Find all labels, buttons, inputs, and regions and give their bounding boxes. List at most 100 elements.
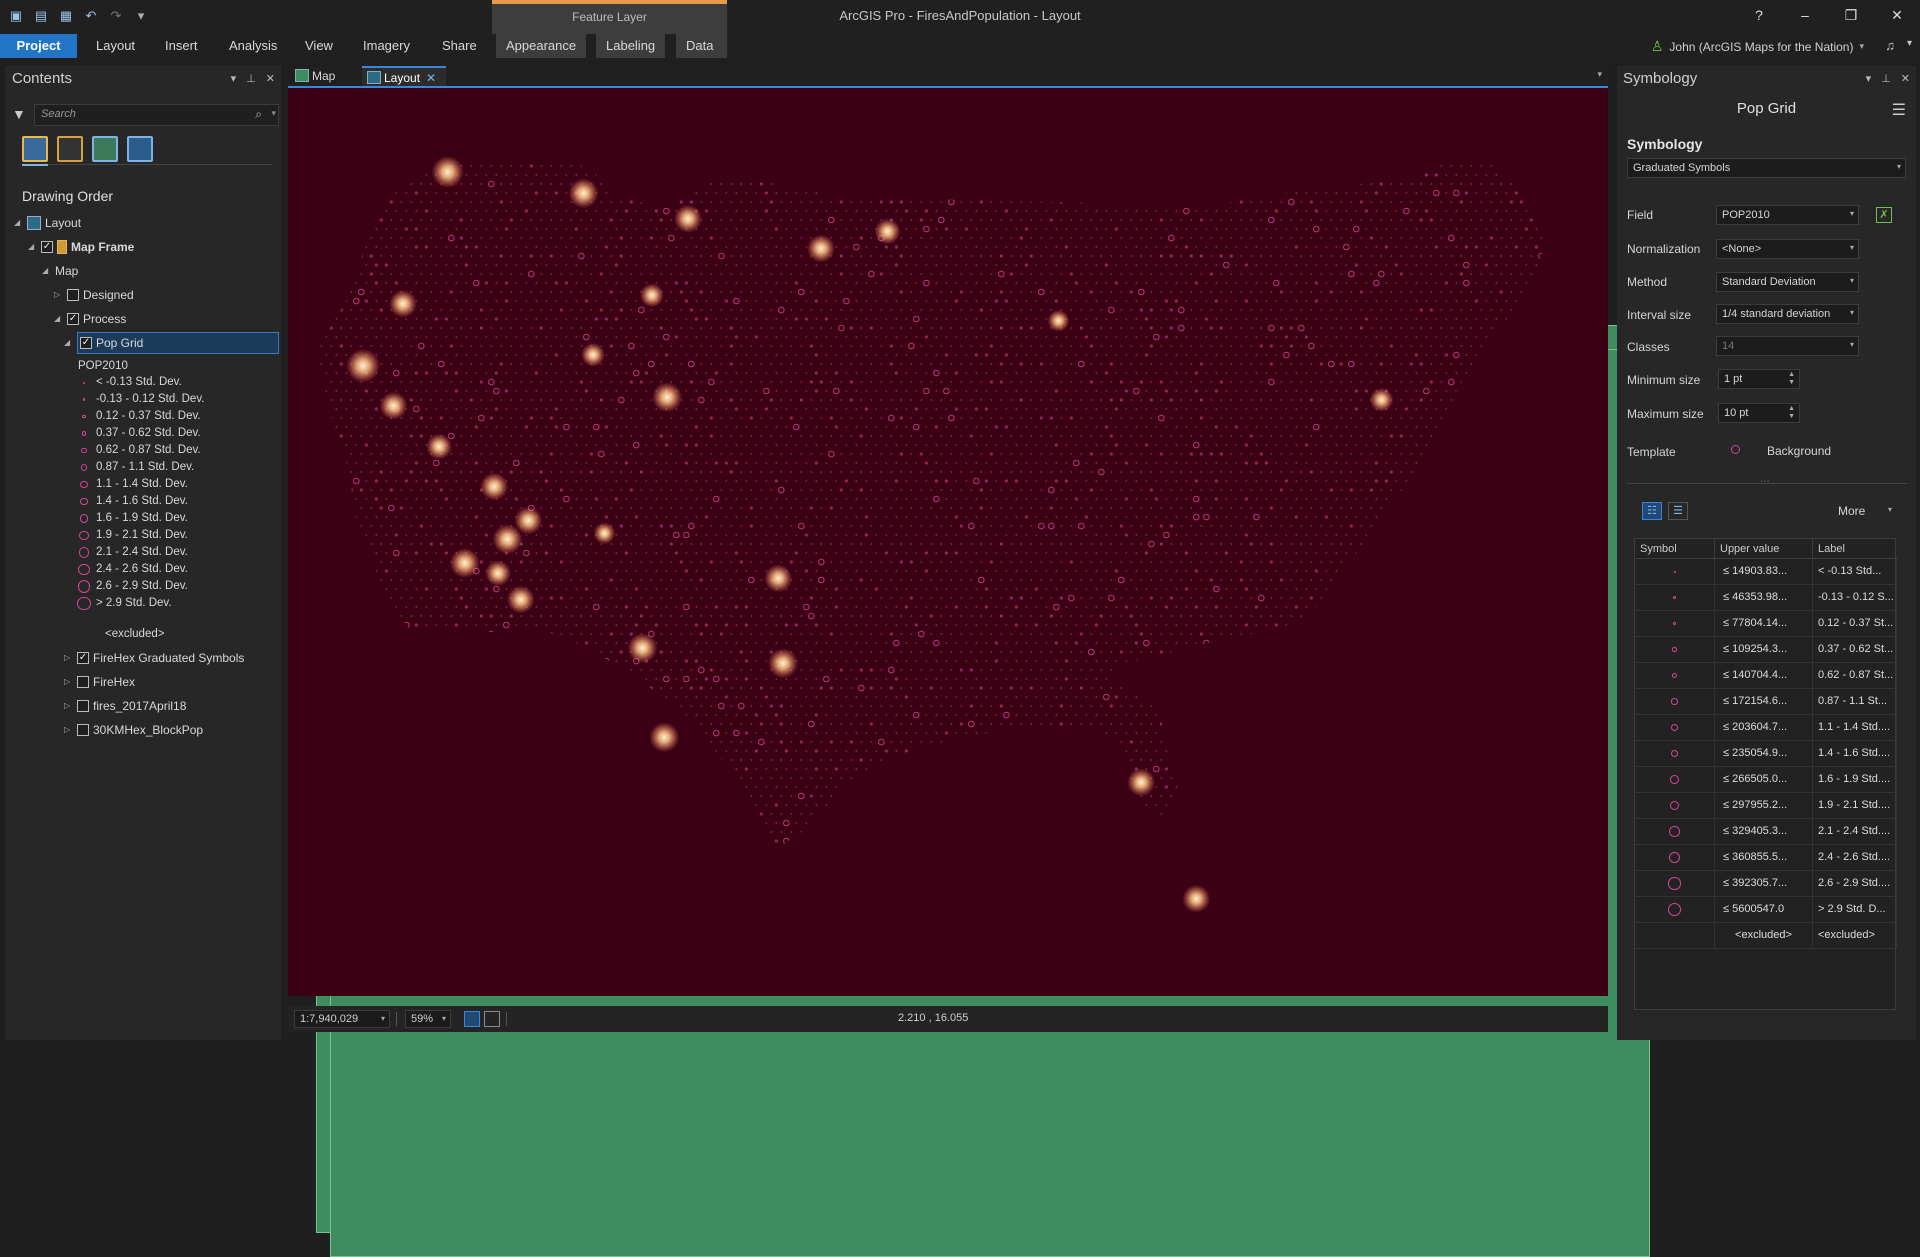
- more-button[interactable]: More▾: [1826, 501, 1898, 523]
- label-cell[interactable]: < -0.13 Std...: [1813, 559, 1897, 584]
- class-symbol-cell[interactable]: [1635, 819, 1715, 844]
- tree-item-firehex[interactable]: ▷FireHex: [64, 672, 135, 692]
- class-symbol-cell[interactable]: [1635, 559, 1715, 584]
- expand-arrow-icon[interactable]: ◢: [28, 237, 37, 257]
- expand-arrow-icon[interactable]: ◢: [14, 213, 23, 233]
- zoom-selector[interactable]: 59%▾: [405, 1010, 451, 1028]
- expand-arrow-icon[interactable]: ◢: [64, 333, 73, 353]
- class-table-row[interactable]: ≤ 46353.98...-0.13 - 0.12 S...: [1635, 585, 1897, 611]
- label-cell[interactable]: 0.12 - 0.37 St...: [1813, 611, 1897, 636]
- class-symbol-cell[interactable]: [1635, 611, 1715, 636]
- label-cell[interactable]: 0.87 - 1.1 St...: [1813, 689, 1897, 714]
- minimize-button[interactable]: –: [1782, 0, 1828, 30]
- tree-item-fires[interactable]: ▷fires_2017April18: [64, 696, 186, 716]
- label-cell[interactable]: 2.1 - 2.4 Std....: [1813, 819, 1897, 844]
- list-by-editing-icon[interactable]: [127, 136, 153, 162]
- interval-size-dropdown[interactable]: 1/4 standard deviation▾: [1716, 304, 1859, 324]
- classes-list-icon[interactable]: ☷: [1642, 502, 1662, 520]
- class-table-row[interactable]: ≤ 172154.6...0.87 - 1.1 St...: [1635, 689, 1897, 715]
- class-symbol-cell[interactable]: [1635, 845, 1715, 870]
- pane-close-icon[interactable]: ✕: [266, 72, 275, 85]
- normalization-dropdown[interactable]: <None>▾: [1716, 239, 1859, 259]
- list-by-selection-icon[interactable]: [92, 136, 118, 162]
- upper-value-cell[interactable]: ≤ 360855.5...: [1715, 845, 1813, 870]
- pane-close-icon[interactable]: ✕: [1901, 72, 1910, 85]
- save-project-icon[interactable]: ▦: [58, 8, 74, 23]
- visibility-checkbox[interactable]: [77, 724, 89, 736]
- upper-value-cell[interactable]: ≤ 14903.83...: [1715, 559, 1813, 584]
- auto-hide-icon[interactable]: ⊥: [1881, 72, 1891, 85]
- tab-view[interactable]: View: [295, 34, 343, 58]
- label-cell[interactable]: 1.6 - 1.9 Std....: [1813, 767, 1897, 792]
- tab-appearance[interactable]: Appearance: [496, 34, 586, 58]
- label-cell[interactable]: 1.4 - 1.6 Std....: [1813, 741, 1897, 766]
- label-cell[interactable]: 2.4 - 2.6 Std....: [1813, 845, 1897, 870]
- upper-value-cell[interactable]: ≤ 392305.7...: [1715, 871, 1813, 896]
- redo-icon[interactable]: ↷: [108, 8, 124, 23]
- tree-item-pop-grid[interactable]: ◢✓Pop Grid: [64, 333, 279, 353]
- class-symbol-cell[interactable]: [1635, 715, 1715, 740]
- legend-class-item[interactable]: 2.4 - 2.6 Std. Dev.: [76, 561, 188, 578]
- tab-list-dropdown-icon[interactable]: ▾: [1597, 69, 1602, 80]
- upper-value-cell[interactable]: ≤ 172154.6...: [1715, 689, 1813, 714]
- expand-arrow-icon[interactable]: ▷: [64, 720, 73, 740]
- method-dropdown[interactable]: Standard Deviation▾: [1716, 272, 1859, 292]
- user-account[interactable]: ♙John (ArcGIS Maps for the Nation)▾: [1651, 38, 1864, 55]
- upper-value-cell[interactable]: ≤ 109254.3...: [1715, 637, 1813, 662]
- symbology-type-dropdown[interactable]: Graduated Symbols▾: [1627, 158, 1906, 178]
- label-cell[interactable]: -0.13 - 0.12 S...: [1813, 585, 1897, 610]
- expand-arrow-icon[interactable]: ◢: [42, 261, 51, 281]
- new-project-icon[interactable]: ▣: [8, 8, 24, 23]
- template-symbol-icon[interactable]: [1731, 445, 1740, 454]
- class-table-row[interactable]: ≤ 5600547.0> 2.9 Std. D...: [1635, 897, 1897, 923]
- legend-class-item[interactable]: 0.62 - 0.87 Std. Dev.: [76, 442, 201, 459]
- visibility-checkbox[interactable]: [77, 700, 89, 712]
- auto-hide-icon[interactable]: ⊥: [246, 72, 256, 85]
- ribbon-collapse-icon[interactable]: ▾: [1907, 38, 1912, 53]
- upper-value-cell[interactable]: ≤ 77804.14...: [1715, 611, 1813, 636]
- tab-layout-view[interactable]: Layout✕: [362, 66, 446, 86]
- tree-item-map[interactable]: ◢Map: [42, 261, 78, 281]
- expand-arrow-icon[interactable]: ▷: [64, 648, 73, 668]
- upper-value-cell[interactable]: ≤ 266505.0...: [1715, 767, 1813, 792]
- list-by-drawing-order-icon[interactable]: [22, 136, 48, 162]
- restore-button[interactable]: ❐: [1828, 0, 1874, 30]
- class-table-row[interactable]: ≤ 266505.0...1.6 - 1.9 Std....: [1635, 767, 1897, 793]
- tab-layout[interactable]: Layout: [86, 34, 145, 58]
- label-cell[interactable]: 1.9 - 2.1 Std....: [1813, 793, 1897, 818]
- label-cell[interactable]: 2.6 - 2.9 Std....: [1813, 871, 1897, 896]
- pane-options-icon[interactable]: ▾: [1866, 72, 1872, 85]
- label-cell[interactable]: 1.1 - 1.4 Std....: [1813, 715, 1897, 740]
- legend-class-item[interactable]: > 2.9 Std. Dev.: [76, 595, 172, 612]
- tab-analysis[interactable]: Analysis: [219, 34, 287, 58]
- class-symbol-cell[interactable]: [1635, 741, 1715, 766]
- class-table-row[interactable]: ≤ 77804.14...0.12 - 0.37 St...: [1635, 611, 1897, 637]
- spinner-icon[interactable]: ▲▼: [1788, 405, 1795, 421]
- tree-item-process[interactable]: ◢✓Process: [54, 309, 126, 329]
- legend-class-item[interactable]: < -0.13 Std. Dev.: [76, 374, 182, 391]
- menu-icon[interactable]: ☰: [1892, 100, 1906, 120]
- upper-value-cell[interactable]: ≤ 140704.4...: [1715, 663, 1813, 688]
- close-tab-icon[interactable]: ✕: [426, 71, 436, 85]
- upper-value-cell[interactable]: ≤ 235054.9...: [1715, 741, 1813, 766]
- class-table-row[interactable]: ≤ 140704.4...0.62 - 0.87 St...: [1635, 663, 1897, 689]
- tree-item-map-frame[interactable]: ◢✓Map Frame: [28, 237, 134, 257]
- class-table-row[interactable]: ≤ 392305.7...2.6 - 2.9 Std....: [1635, 871, 1897, 897]
- legend-class-item[interactable]: 1.1 - 1.4 Std. Dev.: [76, 476, 188, 493]
- column-header-upper-value[interactable]: Upper value: [1715, 539, 1813, 559]
- expression-icon[interactable]: ✗: [1876, 207, 1892, 223]
- visibility-checkbox[interactable]: ✓: [41, 241, 53, 253]
- upper-value-cell[interactable]: ≤ 5600547.0: [1715, 897, 1813, 922]
- upper-value-cell[interactable]: ≤ 297955.2...: [1715, 793, 1813, 818]
- class-symbol-cell[interactable]: [1635, 897, 1715, 922]
- legend-class-item[interactable]: 0.37 - 0.62 Std. Dev.: [76, 425, 201, 442]
- pane-options-icon[interactable]: ▾: [231, 72, 237, 85]
- minimum-size-input[interactable]: 1 pt▲▼: [1718, 369, 1800, 389]
- field-dropdown[interactable]: POP2010▾: [1716, 205, 1859, 225]
- label-cell[interactable]: > 2.9 Std. D...: [1813, 897, 1897, 922]
- expand-arrow-icon[interactable]: ▷: [64, 696, 73, 716]
- class-table-row[interactable]: ≤ 360855.5...2.4 - 2.6 Std....: [1635, 845, 1897, 871]
- splitter-grip-icon[interactable]: ⋯: [1760, 476, 1770, 487]
- upper-value-cell[interactable]: <excluded>: [1715, 923, 1813, 948]
- class-table-row[interactable]: ≤ 203604.7...1.1 - 1.4 Std....: [1635, 715, 1897, 741]
